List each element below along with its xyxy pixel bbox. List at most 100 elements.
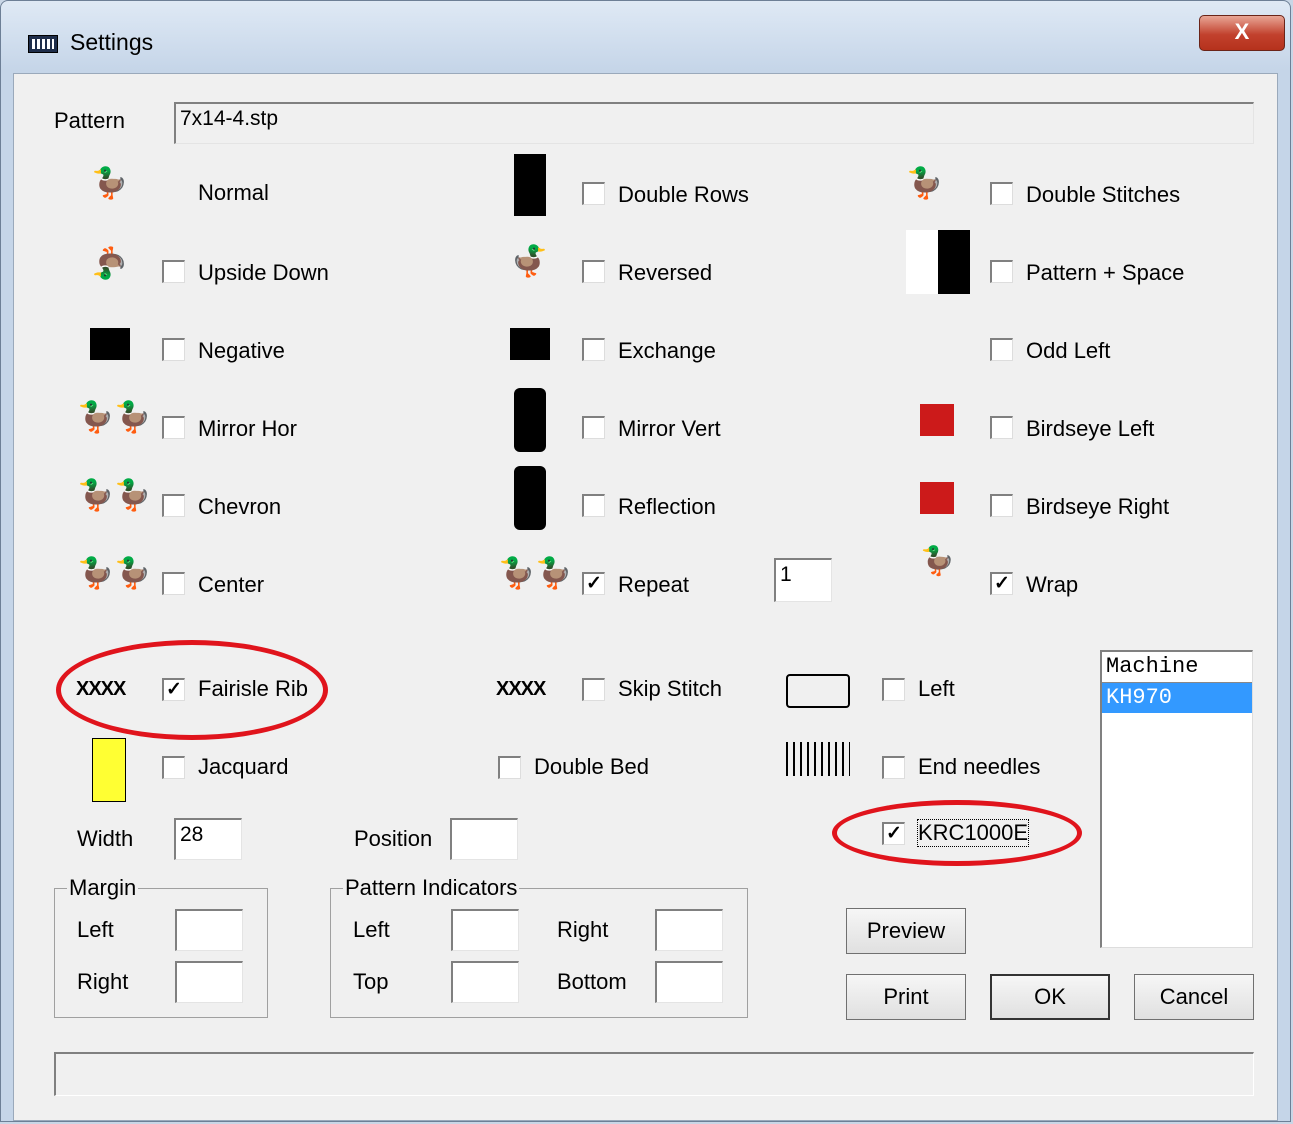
- pattern-indicators-group: Pattern Indicators Left Right Top Bottom: [330, 876, 748, 1018]
- width-field[interactable]: 28: [174, 818, 242, 860]
- end-needles-icon: [786, 742, 850, 776]
- krc1000e-highlight: [832, 800, 1082, 866]
- reversed-label: Reversed: [618, 260, 713, 285]
- machine-list-header: Machine: [1102, 652, 1252, 683]
- repeat-label: Repeat: [618, 572, 689, 597]
- indicator-right-field[interactable]: [655, 909, 723, 951]
- reversed-icon: 🦆: [511, 245, 549, 278]
- preview-button[interactable]: Preview: [846, 908, 966, 954]
- indicator-bottom-field[interactable]: [655, 961, 723, 1003]
- indicator-top-label: Top: [353, 969, 389, 994]
- status-bar: [54, 1052, 1254, 1096]
- chevron-icon: 🦆🦆: [77, 479, 152, 512]
- settings-window: Settings X Pattern 7x14-4.stp 🦆 Normal 🦆…: [0, 0, 1291, 1122]
- mirror-hor-icon: 🦆🦆: [77, 401, 152, 434]
- end-needles-checkbox[interactable]: [882, 756, 905, 779]
- upside-down-label: Upside Down: [198, 260, 329, 285]
- odd-left-label: Odd Left: [1026, 338, 1111, 363]
- negative-checkbox[interactable]: [162, 338, 185, 361]
- position-field[interactable]: [450, 818, 518, 860]
- machine-listbox[interactable]: Machine KH970: [1100, 650, 1253, 948]
- end-needles-label: End needles: [918, 754, 1041, 779]
- birdseye-left-icon: [920, 404, 954, 436]
- pattern-space-label: Pattern + Space: [1026, 260, 1185, 285]
- birdseye-right-icon: [920, 482, 954, 514]
- normal-label: Normal: [198, 180, 269, 205]
- mirror-vert-checkbox[interactable]: [582, 416, 605, 439]
- title-bar[interactable]: Settings X: [1, 1, 1290, 71]
- wrap-label: Wrap: [1026, 572, 1079, 597]
- width-label: Width: [77, 826, 134, 851]
- pattern-space-icon: [906, 230, 970, 294]
- birdseye-left-checkbox[interactable]: [990, 416, 1013, 439]
- left-checkbox[interactable]: [882, 678, 905, 701]
- center-icon: 🦆🦆: [77, 557, 152, 590]
- margin-group: Margin Left Right: [54, 876, 268, 1018]
- jacquard-icon: [92, 738, 126, 802]
- birdseye-right-checkbox[interactable]: [990, 494, 1013, 517]
- repeat-checkbox[interactable]: ✓: [582, 572, 605, 595]
- window-title: Settings: [70, 29, 154, 55]
- repeat-icon: 🦆🦆: [498, 557, 573, 590]
- indicator-left-label: Left: [353, 917, 390, 942]
- upside-down-checkbox[interactable]: [162, 260, 185, 283]
- skip-stitch-label: Skip Stitch: [618, 676, 722, 701]
- cancel-button[interactable]: Cancel: [1134, 974, 1254, 1020]
- exchange-icon: [510, 328, 550, 360]
- pattern-space-checkbox[interactable]: [990, 260, 1013, 283]
- negative-label: Negative: [198, 338, 285, 363]
- double-stitches-label: Double Stitches: [1026, 182, 1181, 207]
- upside-down-icon: 🦆: [91, 246, 129, 279]
- birdseye-right-label: Birdseye Right: [1026, 494, 1170, 519]
- indicator-bottom-label: Bottom: [557, 969, 627, 994]
- margin-left-label: Left: [77, 917, 114, 942]
- indicator-left-field[interactable]: [451, 909, 519, 951]
- odd-left-checkbox[interactable]: [990, 338, 1013, 361]
- close-button[interactable]: X: [1199, 15, 1285, 51]
- margin-group-title: Margin: [67, 875, 139, 900]
- wrap-checkbox[interactable]: ✓: [990, 572, 1013, 595]
- exchange-checkbox[interactable]: [582, 338, 605, 361]
- indicator-top-field[interactable]: [451, 961, 519, 1003]
- double-bed-checkbox[interactable]: [498, 756, 521, 779]
- print-button[interactable]: Print: [846, 974, 966, 1020]
- pattern-field[interactable]: 7x14-4.stp: [174, 102, 1254, 144]
- mirror-hor-checkbox[interactable]: [162, 416, 185, 439]
- position-label: Position: [354, 826, 433, 851]
- pattern-indicators-title: Pattern Indicators: [343, 875, 520, 900]
- jacquard-checkbox[interactable]: [162, 756, 185, 779]
- machine-left-icon: [786, 674, 850, 708]
- mirror-hor-label: Mirror Hor: [198, 416, 297, 441]
- normal-icon: 🦆: [91, 167, 129, 200]
- mirror-vert-icon: [514, 388, 546, 452]
- ok-button[interactable]: OK: [990, 974, 1110, 1020]
- negative-icon: [90, 328, 130, 360]
- margin-right-label: Right: [77, 969, 129, 994]
- left-label: Left: [918, 676, 955, 701]
- double-rows-checkbox[interactable]: [582, 182, 605, 205]
- double-rows-icon: [514, 154, 546, 216]
- margin-left-field[interactable]: [175, 909, 243, 951]
- machine-list-item[interactable]: KH970: [1102, 683, 1252, 713]
- pattern-label: Pattern: [54, 108, 125, 133]
- indicator-right-label: Right: [557, 917, 609, 942]
- jacquard-label: Jacquard: [198, 754, 289, 779]
- wrap-icon: 🦆: [920, 545, 955, 576]
- dialog-body: Pattern 7x14-4.stp 🦆 Normal 🦆 Upside Dow…: [13, 73, 1278, 1121]
- double-stitches-checkbox[interactable]: [990, 182, 1013, 205]
- double-rows-label: Double Rows: [618, 182, 749, 207]
- reversed-checkbox[interactable]: [582, 260, 605, 283]
- repeat-count-field[interactable]: 1: [774, 558, 832, 602]
- skip-stitch-checkbox[interactable]: [582, 678, 605, 701]
- exchange-label: Exchange: [618, 338, 716, 363]
- double-bed-label: Double Bed: [534, 754, 649, 779]
- reflection-checkbox[interactable]: [582, 494, 605, 517]
- skip-stitch-icon: XXXX: [496, 678, 546, 700]
- chevron-checkbox[interactable]: [162, 494, 185, 517]
- fairisle-rib-highlight: [56, 640, 328, 740]
- chevron-label: Chevron: [198, 494, 282, 519]
- center-checkbox[interactable]: [162, 572, 185, 595]
- mirror-vert-label: Mirror Vert: [618, 416, 721, 441]
- margin-right-field[interactable]: [175, 961, 243, 1003]
- reflection-icon: [514, 466, 546, 530]
